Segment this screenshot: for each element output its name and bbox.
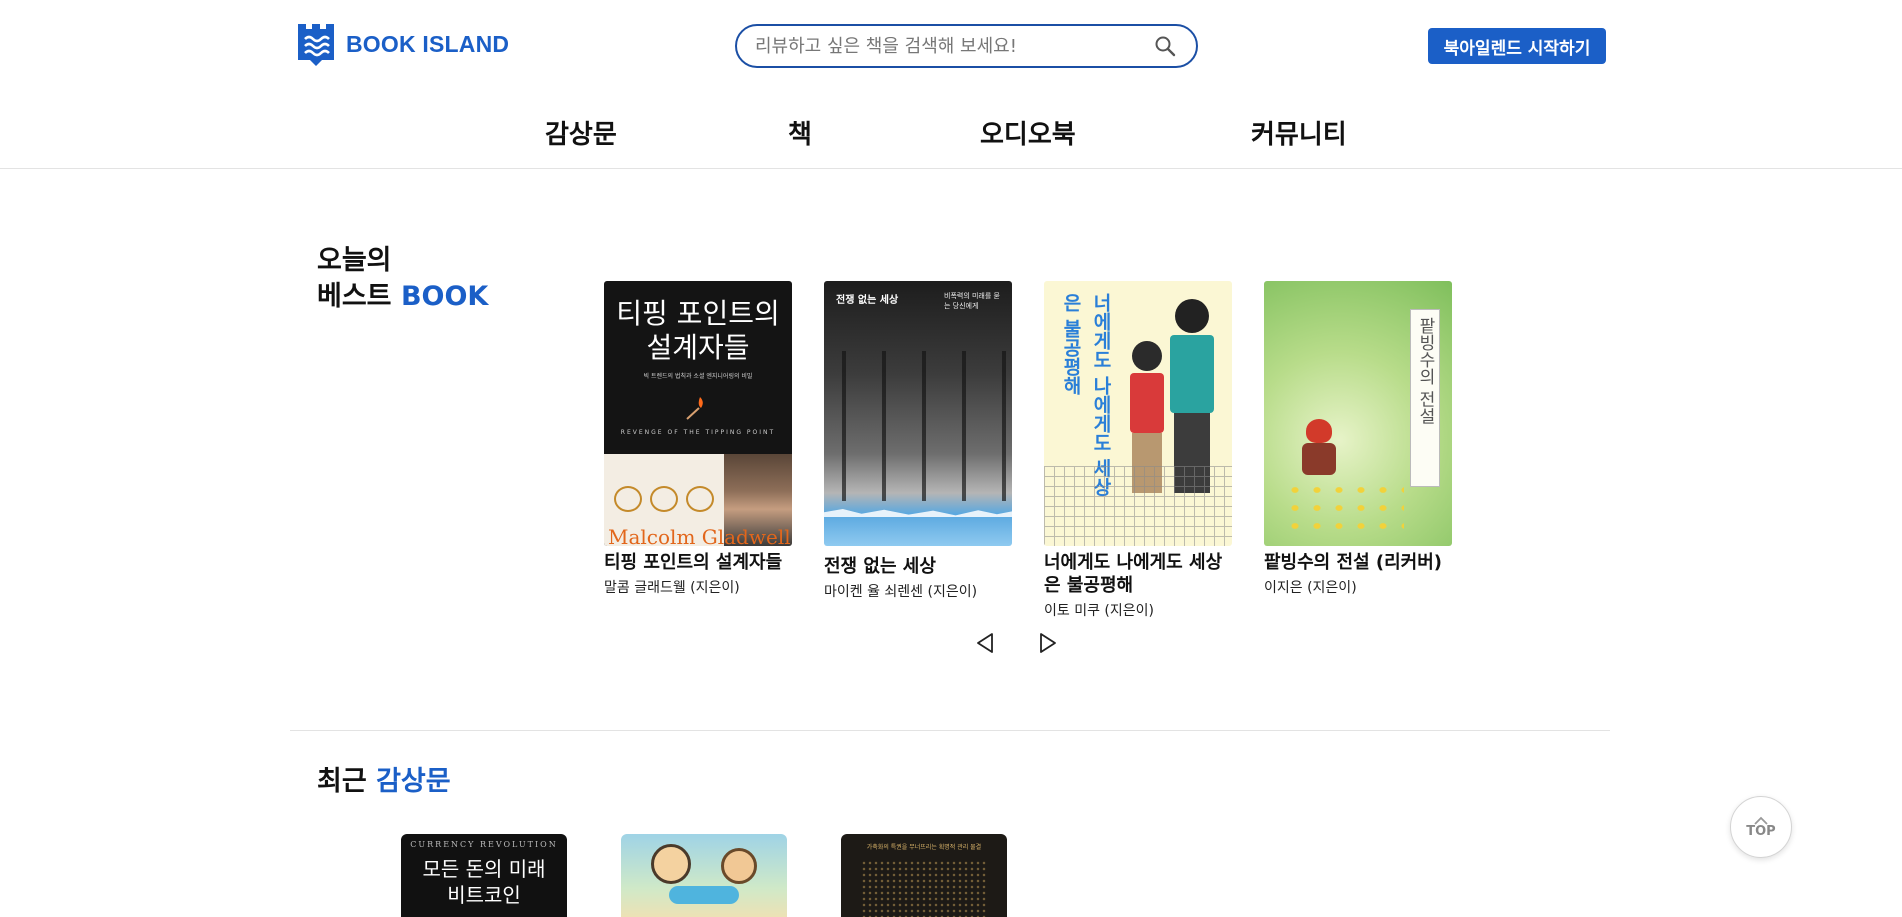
award-badges <box>614 486 714 512</box>
best-title-accent: BOOK <box>400 281 489 312</box>
book-title[interactable]: 전쟁 없는 세상 <box>824 555 1012 578</box>
match-illustration-icon <box>686 397 703 420</box>
best-title-plain: 베스트 <box>317 281 392 312</box>
book-author: 마이켄 율 쇠렌센 (지은이) <box>824 584 978 600</box>
book-title[interactable]: 팥빙수의 전설 (리커버) <box>1264 551 1452 574</box>
recent-review-cover[interactable]: CURRENCY REVOLUTION 모든 돈의 미래 비트코인 <box>401 834 567 917</box>
book-cover[interactable]: 팥빙수의 전설 <box>1264 281 1452 546</box>
recent-review-cover[interactable]: 가축화의 특권을 무너뜨리는 획명적 관리 물결 <box>841 834 1007 917</box>
best-title-line1: 오늘의 <box>317 245 392 276</box>
cover-banner <box>669 886 739 904</box>
recent-title-accent: 감상문 <box>376 766 451 797</box>
cover-illustration <box>721 848 757 884</box>
recent-review-cover[interactable] <box>621 834 787 917</box>
cover-subtitle-text: 비폭력의 미래를 묻는 당신에게 <box>944 292 1000 310</box>
book-title[interactable]: 티핑 포인트의 설계자들 <box>604 551 792 574</box>
nav-item-reviews[interactable]: 감상문 <box>545 114 617 151</box>
cover-illustration <box>651 844 691 884</box>
cover-author-name: Malcolm Gladwell <box>608 525 791 546</box>
cover-top-text: 가축화의 특권을 무너뜨리는 획명적 관리 물결 <box>866 844 982 851</box>
best-title-line2: 베스트 BOOK <box>317 279 488 315</box>
cover-english-title: REVENGE OF THE TIPPING POINT <box>620 429 776 436</box>
cover-title-text: 모든 돈의 미래 비트코인 <box>422 857 546 907</box>
best-book-section-title: 오늘의 베스트 BOOK <box>317 243 488 315</box>
scroll-top-button[interactable]: TOP <box>1730 796 1792 858</box>
book-cover[interactable]: 너에게도 나에게도 세상은 불공평해 <box>1044 281 1232 546</box>
cover-subtitle-text: 빅 트렌드의 법칙과 소셜 엔지니어링의 비밀 <box>643 373 753 380</box>
book-cover[interactable]: 전쟁 없는 세상 비폭력의 미래를 묻는 당신에게 <box>824 281 1012 546</box>
search-icon <box>1155 36 1176 57</box>
triangle-left-icon <box>977 633 993 653</box>
cover-top-text: CURRENCY REVOLUTION <box>410 840 558 849</box>
logo[interactable]: BOOK ISLAND <box>294 22 509 66</box>
scroll-top-label: TOP <box>1746 823 1776 839</box>
book-author: 말콤 글래드웰 (지은이) <box>604 580 740 596</box>
book-title[interactable]: 너에게도 나에게도 세상은 불공평해 <box>1044 551 1232 597</box>
best-book-card[interactable]: 전쟁 없는 세상 비폭력의 미래를 묻는 당신에게 전쟁 없는 세상 마이켄 율… <box>824 281 1012 601</box>
flower-dots <box>1284 481 1404 531</box>
section-divider <box>290 730 1610 731</box>
book-cover[interactable]: 티핑 포인트의 설계자들 빅 트렌드의 법칙과 소셜 엔지니어링의 비밀 REV… <box>604 281 792 546</box>
best-book-card[interactable]: 티핑 포인트의 설계자들 빅 트렌드의 법칙과 소셜 엔지니어링의 비밀 REV… <box>604 281 792 597</box>
triangle-right-icon <box>1040 633 1056 653</box>
nav-item-audiobooks[interactable]: 오디오북 <box>980 114 1076 151</box>
book-island-logo-icon <box>298 24 334 66</box>
search-box <box>735 24 1198 68</box>
recent-title-plain: 최근 <box>317 766 367 797</box>
start-book-island-button[interactable]: 북아일렌드 시작하기 <box>1428 28 1606 64</box>
nav-item-community[interactable]: 커뮤니티 <box>1251 114 1347 151</box>
best-book-card[interactable]: 너에게도 나에게도 세상은 불공평해 너에게도 나에게도 세상은 불공평해 이토… <box>1044 281 1232 620</box>
book-author: 이토 미쿠 (지은이) <box>1044 603 1154 619</box>
carousel-next-button[interactable] <box>1036 631 1060 655</box>
best-book-card[interactable]: 팥빙수의 전설 팥빙수의 전설 (리커버) 이지은 (지은이) <box>1264 281 1452 597</box>
search-input[interactable] <box>755 35 1152 57</box>
recent-reviews-section-title: 최근 감상문 <box>317 764 451 800</box>
cover-title-text: 티핑 포인트의 설계자들 <box>616 297 780 364</box>
cover-title-text: 팥빙수의 전설 <box>1415 317 1435 425</box>
girl-illustration <box>1302 419 1336 477</box>
nav-item-books[interactable]: 책 <box>788 114 812 151</box>
search-button[interactable] <box>1152 33 1178 59</box>
book-author: 이지은 (지은이) <box>1264 580 1357 596</box>
site-header: BOOK ISLAND 북아일렌드 시작하기 감상문 책 오디오북 커뮤니티 <box>0 0 1902 169</box>
carousel-prev-button[interactable] <box>973 631 997 655</box>
missile-illustration <box>824 351 1012 501</box>
net-illustration <box>1044 466 1232 546</box>
cover-map-illustration <box>861 860 987 917</box>
cover-title-text: 전쟁 없는 세상 <box>836 295 899 306</box>
torn-paper-edge <box>824 509 1012 517</box>
logo-text: BOOK ISLAND <box>346 30 510 57</box>
